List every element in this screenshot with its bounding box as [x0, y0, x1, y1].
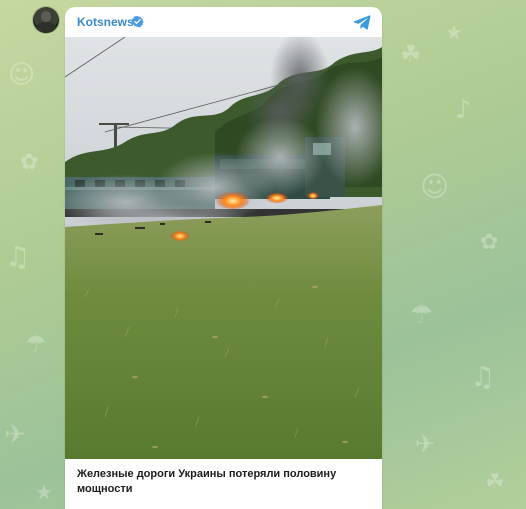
post-caption: Железные дороги Украины потеряли половин…	[77, 468, 337, 495]
photo-scene	[65, 37, 382, 459]
post-photo[interactable]	[65, 37, 382, 459]
verified-badge-icon	[131, 15, 144, 28]
avatar-head-shape	[41, 11, 51, 22]
channel-name[interactable]: Kotsnews	[77, 15, 134, 29]
message-header: Kotsnews	[65, 7, 382, 37]
avatar-body-shape	[36, 22, 56, 33]
message-card: Kotsnews Железные дороги Украины потерял…	[65, 7, 382, 509]
channel-avatar[interactable]	[33, 7, 59, 33]
telegram-share-icon[interactable]	[353, 14, 371, 30]
